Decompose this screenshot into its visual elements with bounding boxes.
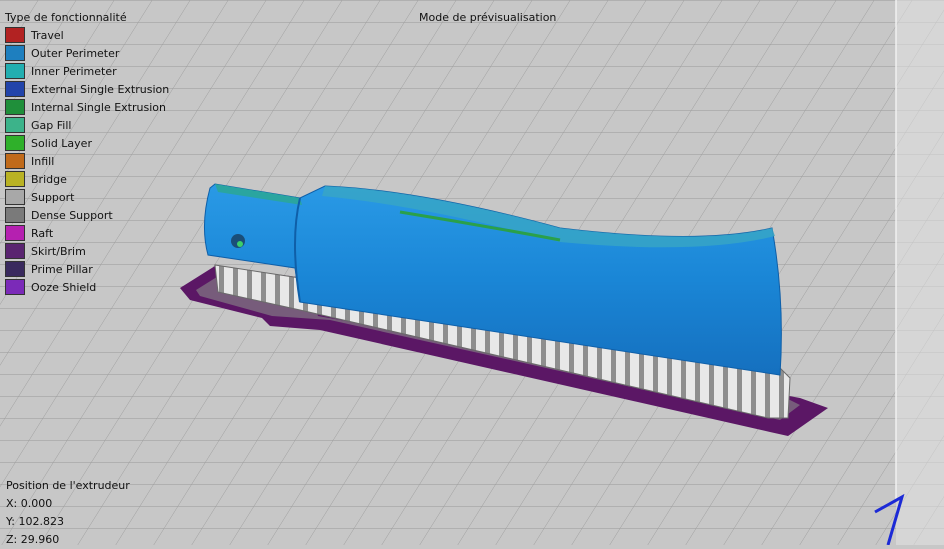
legend-label: Raft — [31, 226, 54, 240]
legend-swatch — [5, 27, 25, 43]
legend-label: Outer Perimeter — [31, 46, 120, 60]
legend-title: Type de fonctionnalité — [5, 11, 127, 24]
legend-swatch — [5, 153, 25, 169]
legend-swatch — [5, 207, 25, 223]
legend-label: Infill — [31, 154, 55, 168]
legend-item[interactable]: External Single Extrusion — [5, 80, 169, 98]
legend-swatch — [5, 171, 25, 187]
extruder-z: Z: 29.960 — [6, 533, 60, 546]
legend-item[interactable]: Solid Layer — [5, 134, 169, 152]
feature-type-legend: Type de fonctionnalité Travel Outer Perim… — [5, 11, 169, 296]
legend-item[interactable]: Skirt/Brim — [5, 242, 169, 260]
legend-label: Bridge — [31, 172, 67, 186]
legend-item[interactable]: Bridge — [5, 170, 169, 188]
part-hole-inner — [237, 241, 243, 247]
legend-swatch — [5, 99, 25, 115]
legend-swatch — [5, 261, 25, 277]
legend-swatch — [5, 117, 25, 133]
legend-label: Gap Fill — [31, 118, 72, 132]
extruder-x: X: 0.000 — [6, 497, 53, 510]
legend-swatch — [5, 45, 25, 61]
legend-swatch — [5, 81, 25, 97]
legend-swatch — [5, 243, 25, 259]
preview-mode-title: Mode de prévisualisation — [419, 11, 557, 24]
legend-item[interactable]: Inner Perimeter — [5, 62, 169, 80]
legend-swatch — [5, 63, 25, 79]
legend-swatch — [5, 225, 25, 241]
extruder-position-panel: Position de l'extrudeur X: 0.000 Y: 102.… — [6, 477, 130, 549]
legend-item[interactable]: Infill — [5, 152, 169, 170]
legend-label: Internal Single Extrusion — [31, 100, 166, 114]
legend-swatch — [5, 189, 25, 205]
legend-item[interactable]: Raft — [5, 224, 169, 242]
legend-label: External Single Extrusion — [31, 82, 170, 96]
legend-label: Ooze Shield — [31, 280, 97, 294]
legend-item[interactable]: Dense Support — [5, 206, 169, 224]
extruder-position-title: Position de l'extrudeur — [6, 479, 130, 492]
legend-label: Support — [31, 190, 75, 204]
legend-swatch — [5, 135, 25, 151]
legend-swatch — [5, 279, 25, 295]
legend-label: Travel — [31, 28, 64, 42]
plate-edge — [896, 0, 944, 545]
legend-item[interactable]: Gap Fill — [5, 116, 169, 134]
legend-item[interactable]: Internal Single Extrusion — [5, 98, 169, 116]
legend-label: Dense Support — [31, 208, 113, 222]
legend-item[interactable]: Support — [5, 188, 169, 206]
legend-label: Skirt/Brim — [31, 244, 86, 258]
legend-item[interactable]: Travel — [5, 26, 169, 44]
legend-item[interactable]: Prime Pillar — [5, 260, 169, 278]
extruder-y: Y: 102.823 — [6, 515, 64, 528]
legend-item[interactable]: Ooze Shield — [5, 278, 169, 296]
legend-items: Travel Outer Perimeter Inner Perimeter Exte… — [5, 26, 169, 296]
legend-label: Inner Perimeter — [31, 64, 117, 78]
legend-item[interactable]: Outer Perimeter — [5, 44, 169, 62]
legend-label: Prime Pillar — [31, 262, 93, 276]
legend-label: Solid Layer — [31, 136, 92, 150]
